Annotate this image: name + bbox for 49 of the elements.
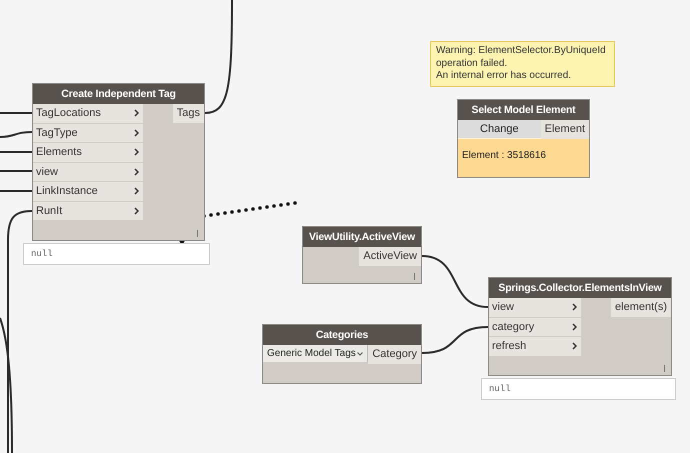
chevron-icon	[572, 342, 577, 350]
node[interactable]: Create Independent Tag TagLocations TagType Elements view LinkInstance RunIt Tags	[32, 83, 205, 241]
chevron-icon	[134, 168, 139, 176]
chevron-icon	[572, 322, 577, 331]
chevron-icon	[134, 148, 139, 156]
input-port[interactable]: view	[33, 162, 143, 181]
input-port[interactable]: TagLocations	[33, 104, 143, 122]
node-title: Create Independent Tag	[33, 84, 204, 104]
node-title: ViewUtility.ActiveView	[303, 227, 421, 247]
node-title: Categories	[263, 325, 421, 345]
preview-bubble: null	[481, 378, 676, 400]
node-title: Select Model Element	[458, 100, 589, 120]
caret-icon	[357, 352, 364, 356]
node[interactable]: Categories Generic Model Tags Category	[262, 324, 422, 384]
wire	[0, 112, 32, 114]
wire	[0, 170, 32, 172]
chevron-icon	[134, 206, 139, 215]
output-port[interactable]: element(s)	[611, 298, 671, 316]
chevron-icon	[134, 109, 139, 118]
input-port[interactable]: RunIt	[33, 202, 143, 220]
input-port[interactable]: category	[489, 318, 581, 336]
node-title: Springs.Collector.ElementsInView	[489, 278, 671, 298]
input-port[interactable]: LinkInstance	[33, 182, 143, 200]
wire	[0, 131, 32, 138]
output-port[interactable]: Element	[540, 120, 589, 138]
input-port[interactable]: refresh	[489, 337, 581, 356]
warning-text: An internal error has occurred.	[436, 70, 572, 82]
warning-text: Warning: ElementSelector.ByUniqueId	[436, 45, 607, 58]
wire	[422, 255, 488, 308]
node[interactable]: ViewUtility.ActiveView ActiveView	[302, 226, 422, 284]
output-port[interactable]: Tags	[172, 104, 204, 122]
input-port[interactable]: TagType	[33, 124, 143, 142]
output-port[interactable]: Category	[368, 345, 421, 364]
output-port[interactable]: ActiveView	[359, 247, 421, 266]
wire	[0, 151, 32, 153]
category-dropdown[interactable]: Generic Model Tags	[263, 345, 368, 362]
wire	[0, 190, 32, 192]
input-port[interactable]: Elements	[33, 143, 143, 162]
node[interactable]: Select Model Element Change Element Element : 3518616	[457, 99, 590, 178]
preview-bubble: null	[23, 243, 210, 265]
warning-text: operation failed.	[436, 58, 508, 70]
chevron-icon	[134, 128, 139, 137]
node[interactable]: Springs.Collector.ElementsInView view category refresh element(s)	[488, 277, 672, 376]
chevron-icon	[572, 303, 577, 312]
wire	[422, 326, 488, 354]
input-port[interactable]: view	[489, 298, 581, 316]
chevron-icon	[134, 187, 139, 196]
change-button[interactable]: Change	[458, 120, 541, 138]
selected-element: Element : 3518616	[462, 150, 546, 160]
